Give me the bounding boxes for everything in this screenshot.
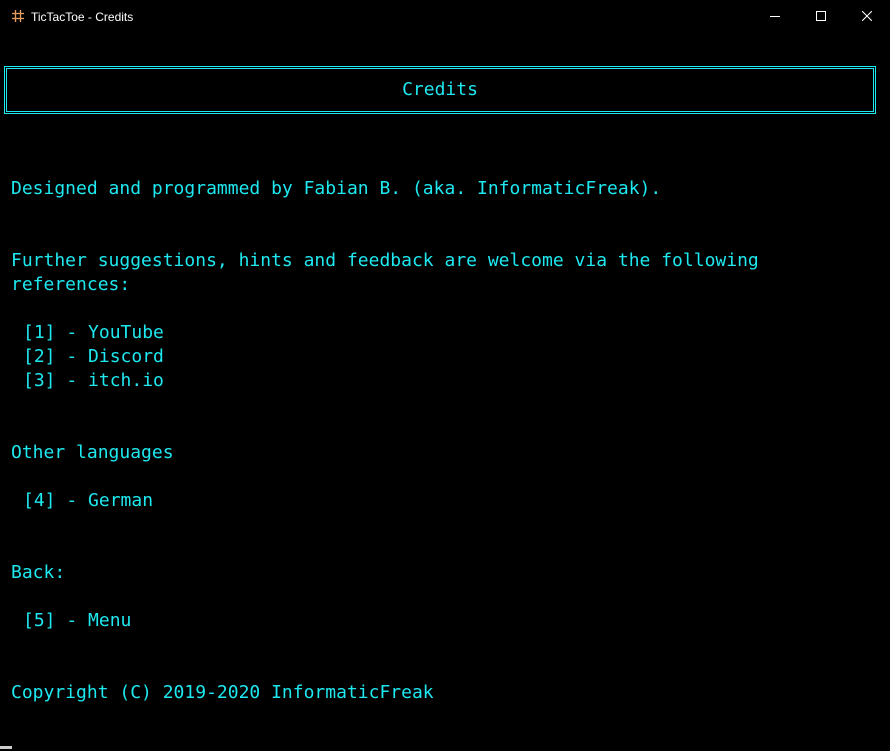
suggestions-text-line2: references:	[11, 274, 131, 295]
hash-icon	[11, 9, 25, 23]
suggestions-text-line1: Further suggestions, hints and feedback …	[11, 250, 759, 271]
credits-header-box: Credits	[4, 66, 876, 114]
option-discord[interactable]: [2] - Discord	[23, 345, 164, 369]
page-title: Credits	[402, 79, 478, 100]
console-output: Credits Designed and programmed by Fabia…	[0, 33, 890, 751]
languages-heading: Other languages	[11, 442, 174, 463]
option-youtube[interactable]: [1] - YouTube	[23, 321, 164, 345]
option-german[interactable]: [4] - German	[23, 489, 153, 513]
window-title: TicTacToe - Credits	[31, 10, 134, 24]
close-icon	[862, 11, 872, 21]
minimize-button[interactable]	[752, 0, 798, 33]
maximize-button[interactable]	[798, 0, 844, 33]
designed-by-text: Designed and programmed by Fabian B. (ak…	[11, 178, 662, 199]
close-button[interactable]	[844, 0, 890, 33]
title-bar[interactable]: TicTacToe - Credits	[0, 0, 890, 33]
console-window: TicTacToe - Credits Credits Designed and…	[0, 0, 890, 751]
option-itch-io[interactable]: [3] - itch.io	[23, 369, 164, 393]
back-heading: Back:	[11, 562, 66, 583]
minimize-icon	[770, 16, 780, 17]
text-cursor	[0, 746, 12, 749]
option-menu[interactable]: [5] - Menu	[23, 609, 131, 633]
maximize-icon	[816, 11, 826, 21]
copyright-text: Copyright (C) 2019-2020 InformaticFreak	[11, 682, 434, 703]
